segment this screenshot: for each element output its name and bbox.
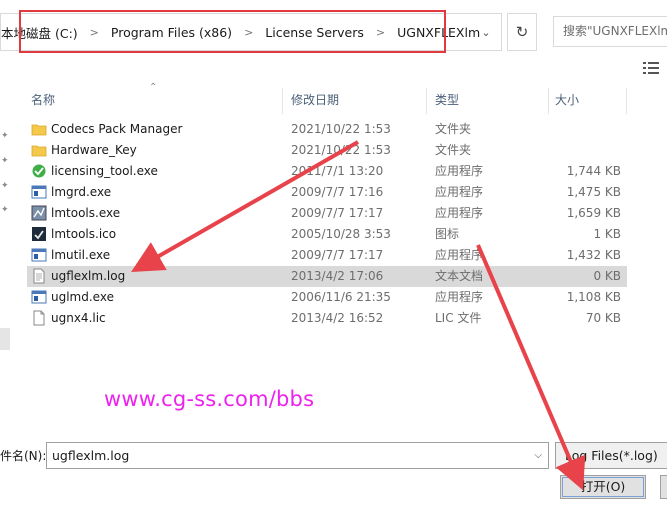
file-name: lmgrd.exe xyxy=(51,185,112,199)
file-type: 应用程序 xyxy=(435,206,484,220)
ico-file-icon xyxy=(31,226,47,242)
folder-icon xyxy=(31,142,47,158)
file-size: 70 KB xyxy=(585,311,621,325)
file-type: 文本文档 xyxy=(435,269,484,283)
column-date[interactable]: 修改日期 xyxy=(287,88,427,114)
file-row[interactable]: Hardware_Key 2021/10/22 1:53 文件夹 xyxy=(27,140,627,161)
open-button[interactable]: 打开(O) xyxy=(560,475,646,499)
exe-icon xyxy=(31,289,47,305)
file-name: lmtools.exe xyxy=(51,206,121,220)
refresh-button[interactable]: ↻ xyxy=(507,13,537,51)
navigation-pane[interactable]: ✦ ✦ ✦ ✦ xyxy=(0,84,12,444)
pin-icon: ✦ xyxy=(1,205,9,215)
file-row[interactable]: lmtools.exe 2009/7/7 17:17 应用程序 1,659 KB xyxy=(27,203,627,224)
cancel-button[interactable] xyxy=(660,475,667,499)
file-name: lmtools.ico xyxy=(51,227,117,241)
file-date: 2013/4/2 16:52 xyxy=(291,311,384,325)
folder-icon xyxy=(31,121,47,137)
file-size: 0 KB xyxy=(593,269,621,283)
search-input[interactable]: 搜索"UGNXFLEXlm" xyxy=(553,16,667,47)
file-name: ugnx4.lic xyxy=(51,311,106,325)
file-name: ugflexlm.log xyxy=(51,269,126,283)
details-view-icon[interactable] xyxy=(642,60,660,76)
file-date: 2009/7/7 17:16 xyxy=(291,185,384,199)
file-date: 2021/10/22 1:53 xyxy=(291,143,391,157)
file-size: 1,744 KB xyxy=(566,164,621,178)
file-date: 2021/10/22 1:53 xyxy=(291,122,391,136)
file-size: 1 KB xyxy=(593,227,621,241)
file-row[interactable]: Codecs Pack Manager 2021/10/22 1:53 文件夹 xyxy=(27,119,627,140)
chevron-down-icon[interactable]: ⌄ xyxy=(477,24,495,42)
file-date: 2006/11/6 21:35 xyxy=(291,290,391,304)
watermark-text: www.cg-ss.com/bbs xyxy=(104,387,315,411)
pin-icon: ✦ xyxy=(1,181,9,191)
exe-icon xyxy=(31,247,47,263)
pin-icon: ✦ xyxy=(1,156,9,166)
address-highlight-box xyxy=(19,10,446,53)
file-size: 1,475 KB xyxy=(566,185,621,199)
file-size: 1,659 KB xyxy=(566,206,621,220)
chevron-down-icon[interactable]: ⌵ xyxy=(534,443,542,468)
file-row[interactable]: lmutil.exe 2009/7/7 17:17 应用程序 1,432 KB xyxy=(27,245,627,266)
pin-icon: ✦ xyxy=(1,131,9,141)
file-row[interactable]: licensing_tool.exe 2011/7/1 13:20 应用程序 1,74… xyxy=(27,161,627,182)
column-type[interactable]: 类型 xyxy=(431,88,549,114)
file-icon xyxy=(31,310,47,326)
licensing-app-icon xyxy=(31,163,47,179)
file-type: 应用程序 xyxy=(435,290,484,304)
file-row[interactable]: ugnx4.lic 2013/4/2 16:52 LIC 文件 70 KB xyxy=(27,308,627,329)
file-row[interactable]: ugflexlm.log 2013/4/2 17:06 文本文档 0 KB xyxy=(27,266,627,287)
filename-label: 件名(N): xyxy=(0,449,47,463)
file-name: licensing_tool.exe xyxy=(51,164,158,178)
filename-value: ugflexlm.log xyxy=(52,448,130,463)
file-type: 文件夹 xyxy=(435,143,472,157)
file-type: LIC 文件 xyxy=(435,311,482,325)
file-list: Codecs Pack Manager 2021/10/22 1:53 文件夹 Har… xyxy=(27,119,627,329)
exe-icon xyxy=(31,184,47,200)
file-type: 应用程序 xyxy=(435,164,484,178)
file-date: 2005/10/28 3:53 xyxy=(291,227,391,241)
file-size: 1,108 KB xyxy=(566,290,621,304)
file-type: 图标 xyxy=(435,227,460,241)
file-date: 2011/7/1 13:20 xyxy=(291,164,384,178)
file-row[interactable]: lmgrd.exe 2009/7/7 17:16 应用程序 1,475 KB xyxy=(27,182,627,203)
file-name: uglmd.exe xyxy=(51,290,114,304)
column-name[interactable]: 名称 xyxy=(27,88,283,114)
file-date: 2013/4/2 17:06 xyxy=(291,269,384,283)
file-name: Hardware_Key xyxy=(51,143,137,157)
filename-input[interactable]: ugflexlm.log ⌵ xyxy=(46,442,549,469)
file-name: lmutil.exe xyxy=(51,248,111,262)
file-type-select[interactable]: Log Files(*.log) xyxy=(555,442,667,469)
lmtools-icon xyxy=(31,205,47,221)
file-date: 2009/7/7 17:17 xyxy=(291,206,384,220)
nav-selected-item[interactable] xyxy=(0,328,10,350)
column-header: 名称 修改日期 类型 大小 xyxy=(27,88,627,114)
refresh-icon: ↻ xyxy=(515,23,529,41)
column-size[interactable]: 大小 xyxy=(551,88,627,114)
file-type: 文件夹 xyxy=(435,122,472,136)
file-name: Codecs Pack Manager xyxy=(51,122,183,136)
file-row[interactable]: lmtools.ico 2005/10/28 3:53 图标 1 KB xyxy=(27,224,627,245)
file-row[interactable]: uglmd.exe 2006/11/6 21:35 应用程序 1,108 KB xyxy=(27,287,627,308)
file-type: 应用程序 xyxy=(435,185,484,199)
file-size: 1,432 KB xyxy=(566,248,621,262)
file-date: 2009/7/7 17:17 xyxy=(291,248,384,262)
text-file-icon xyxy=(31,268,47,284)
file-type: 应用程序 xyxy=(435,248,484,262)
